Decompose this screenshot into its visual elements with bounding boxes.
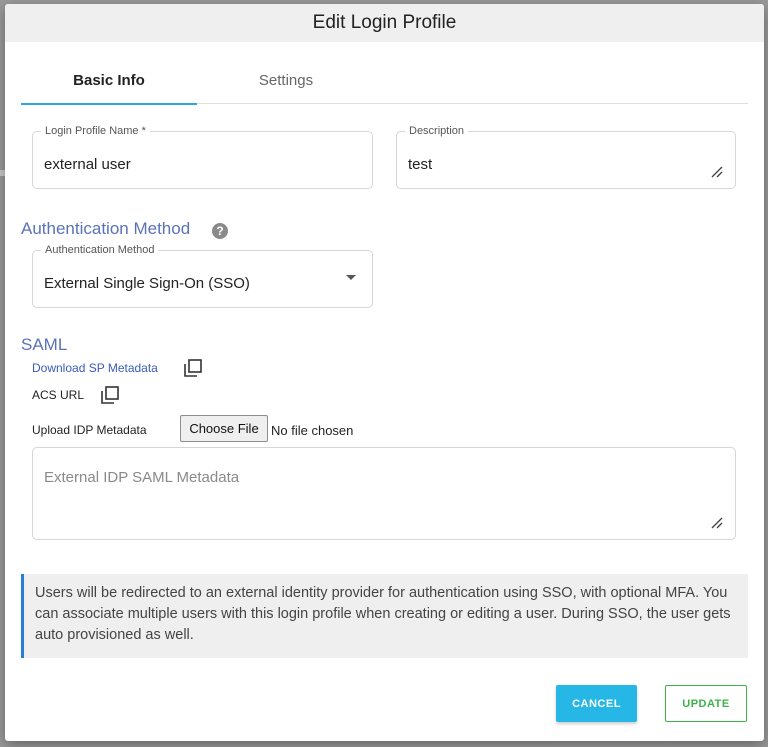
authentication-method-heading: Authentication Method	[21, 219, 191, 238]
copy-icon[interactable]	[100, 385, 120, 405]
dialog-title: Edit Login Profile	[5, 4, 764, 42]
authentication-method-selected: External Single Sign-On (SSO)	[44, 275, 250, 292]
login-profile-name-value: external user	[44, 156, 131, 173]
idp-saml-metadata-placeholder: External IDP SAML Metadata	[44, 469, 240, 486]
question-circle-icon[interactable]: ?	[212, 223, 228, 239]
tab-basic-info[interactable]: Basic Info	[21, 56, 197, 105]
description-value: test	[408, 156, 433, 173]
description-label: Description	[405, 125, 469, 137]
no-file-chosen-text: No file chosen	[271, 423, 354, 438]
login-profile-name-label: Login Profile Name *	[41, 125, 150, 137]
upload-idp-metadata-label: Upload IDP Metadata	[32, 423, 147, 437]
tab-bar: Basic Info Settings	[21, 56, 748, 105]
cancel-button[interactable]: CANCEL	[556, 685, 637, 722]
copy-icon[interactable]	[183, 358, 203, 378]
acs-url-label: ACS URL	[32, 388, 85, 402]
login-profile-name-field[interactable]: Login Profile Name * external user	[32, 125, 373, 189]
description-field[interactable]: Description test	[396, 125, 736, 189]
choose-file-button[interactable]: Choose File	[180, 415, 268, 442]
chevron-down-icon	[346, 275, 356, 280]
authentication-method-select-label: Authentication Method	[41, 244, 159, 256]
authentication-method-select[interactable]: Authentication Method External Single Si…	[32, 244, 373, 308]
tab-settings[interactable]: Settings	[198, 56, 374, 104]
edit-login-profile-dialog: Edit Login Profile Basic Info Settings L…	[5, 4, 764, 741]
idp-saml-metadata-textarea[interactable]: External IDP SAML Metadata	[32, 447, 736, 540]
resize-handle-icon[interactable]	[711, 166, 723, 178]
resize-handle-icon[interactable]	[711, 517, 723, 529]
update-button[interactable]: UPDATE	[665, 685, 747, 722]
saml-heading: SAML	[21, 335, 68, 354]
download-sp-metadata-link[interactable]: Download SP Metadata	[32, 361, 158, 375]
sso-info-message: Users will be redirected to an external …	[21, 574, 748, 658]
